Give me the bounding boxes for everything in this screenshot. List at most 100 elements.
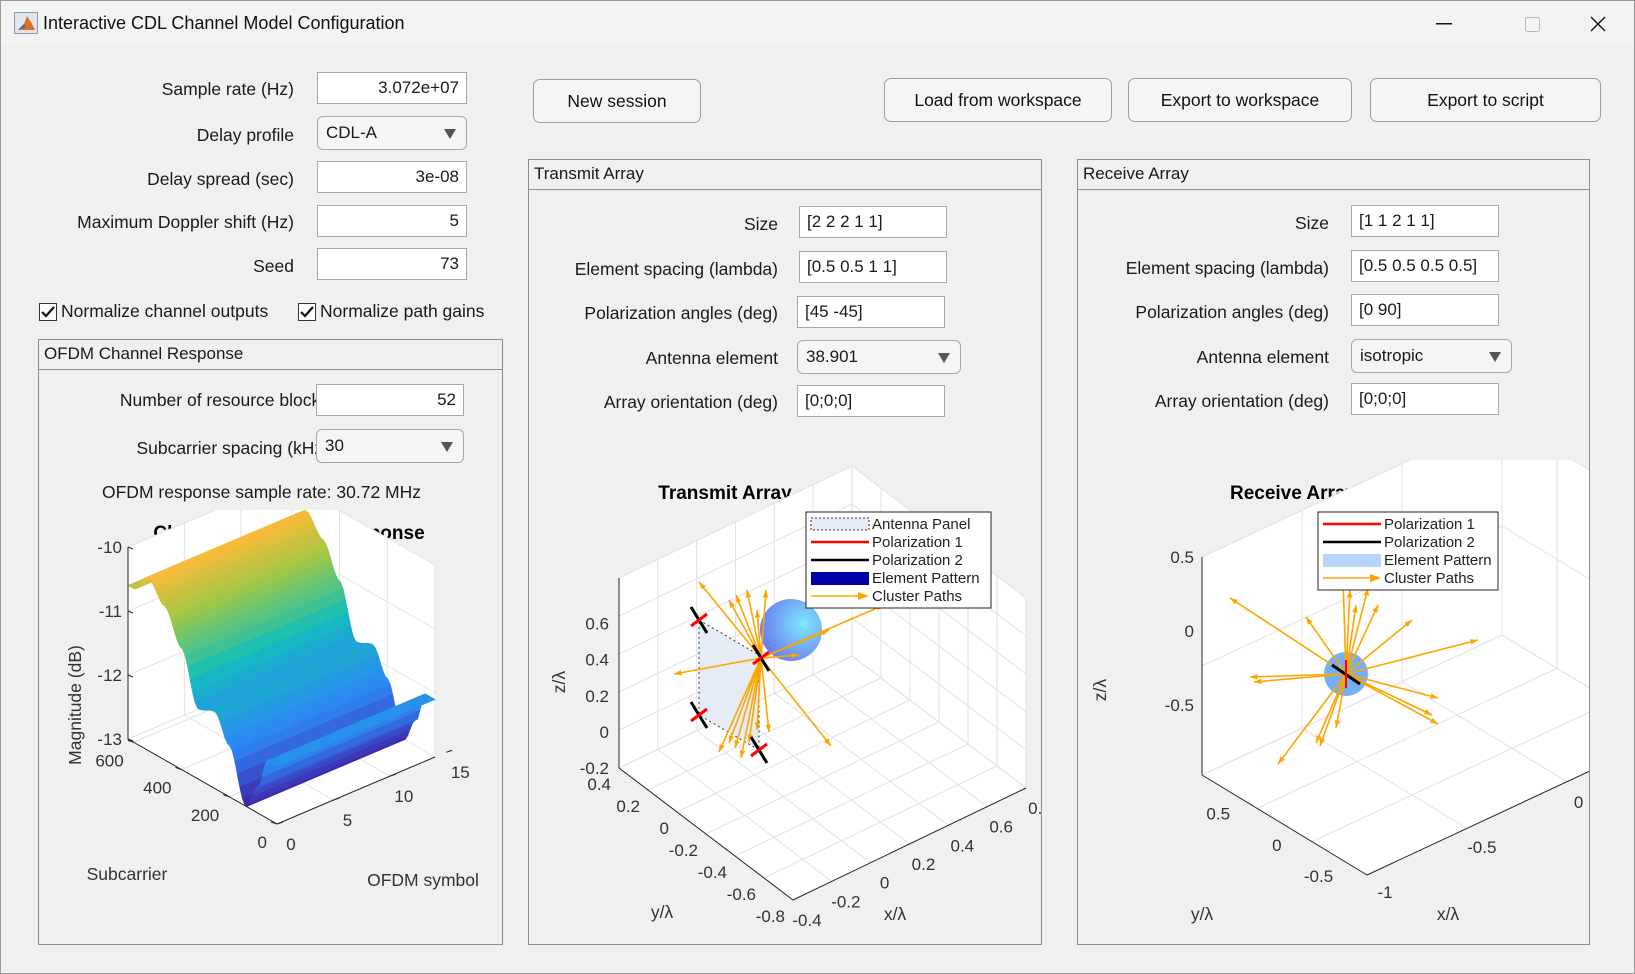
rx-size-label: Size [1294,213,1329,233]
tx-orientation-input[interactable]: [0;0;0] [797,385,945,417]
minimize-button[interactable] [1421,9,1467,39]
y-axis-label: y/λ [651,902,674,922]
x-tick-label: -1 [1377,883,1392,902]
tx-element-label: Antenna element [645,348,778,368]
x-tick-label: 5 [343,811,352,830]
chevron-down-icon [441,442,453,452]
receive-array-chart[interactable]: Receive Array 0.50-0.50.50-0.5-1-0.500.5… [1078,460,1589,944]
x-axis-label: x/λ [884,904,907,924]
chevron-down-icon [444,129,456,139]
y-tick-label: 400 [143,779,171,798]
x-tick-label: 0.2 [912,855,936,874]
scs-label: Subcarrier spacing (kHz) [136,438,329,458]
y-axis-label: Subcarrier [87,864,168,884]
max-doppler-label: Maximum Doppler shift (Hz) [77,212,294,232]
transmit-panel-title: Transmit Array [529,160,1041,190]
x-tick-label: 0.8 [1028,799,1041,818]
y-tick-label: -0.2 [669,841,698,860]
rx-orientation-label: Array orientation (deg) [1154,391,1329,411]
delay-profile-label: Delay profile [196,125,294,145]
y-tick-label: 0 [660,819,669,838]
magnitude-response-chart[interactable]: Channel Magnitude Response 0510150200400… [39,510,504,944]
ofdm-panel-title: OFDM Channel Response [39,340,502,370]
tx-size-label: Size [743,214,778,234]
receive-panel-title: Receive Array [1078,160,1589,190]
sample-rate-input[interactable]: 3.072e+07 [317,72,467,104]
y-tick-label: -0.8 [756,907,785,926]
tx-legend[interactable]: Antenna PanelPolarization 1Polarization … [805,511,992,609]
ofdm-panel: OFDM Channel Response Number of resource… [38,339,503,945]
maximize-button[interactable] [1509,9,1555,39]
rx-spacing-input[interactable]: [0.5 0.5 0.5 0.5] [1351,250,1499,282]
tx-orientation-label: Array orientation (deg) [603,392,778,412]
load-from-workspace-button[interactable]: Load from workspace [884,78,1112,122]
chart-title: Transmit Array [658,483,792,504]
z-tick-label: -10 [97,538,122,557]
y-tick-label: 0 [1272,836,1281,855]
export-to-script-button[interactable]: Export to script [1370,78,1601,122]
z-tick-label: -13 [97,730,122,749]
rx-element-dropdown[interactable]: isotropic [1351,339,1512,373]
normalize-gains-label: Normalize path gains [320,301,485,321]
transmit-array-chart[interactable]: Transmit Array -0.200.20.40.60.40.20-0.2… [529,460,1041,944]
x-tick-label: 0.6 [989,818,1013,837]
export-to-workspace-button[interactable]: Export to workspace [1128,78,1352,122]
x-tick-label: 0 [286,835,295,854]
z-tick-label: 0.5 [1170,548,1194,567]
z-tick-label: 0.2 [585,687,609,706]
delay-profile-dropdown[interactable]: CDL-A [317,116,467,150]
x-tick-label: 0.4 [951,836,975,855]
sample-rate-label: Sample rate (Hz) [161,79,294,99]
close-button[interactable] [1575,9,1621,39]
z-tick-label: -12 [97,666,122,685]
x-tick-label: -0.5 [1467,838,1496,857]
transmit-array-panel: Transmit Array Size [2 2 2 1 1] Element … [528,159,1042,945]
seed-input[interactable]: 73 [317,248,467,280]
legend-entry: Cluster Paths [872,588,962,605]
normalize-gains-checkbox[interactable]: Normalize path gains [298,301,484,322]
rx-orientation-input[interactable]: [0;0;0] [1351,383,1499,415]
legend-entry: Antenna Panel [872,516,970,533]
legend-entry: Element Pattern [1384,552,1492,569]
x-axis-label: OFDM symbol [367,870,479,890]
x-axis-label: x/λ [1437,904,1460,924]
y-axis-label: y/λ [1191,904,1214,924]
tx-size-input[interactable]: [2 2 2 1 1] [799,206,947,238]
num-rb-input[interactable]: 52 [316,384,464,416]
normalize-outputs-checkbox[interactable]: Normalize channel outputs [39,301,268,322]
legend-entry: Element Pattern [872,570,980,587]
checkbox-box[interactable] [39,302,57,321]
z-tick-label: -0.5 [1165,696,1194,715]
tx-element-dropdown[interactable]: 38.901 [797,340,961,374]
tx-spacing-label: Element spacing (lambda) [574,259,778,279]
z-tick-label: 0.6 [585,615,609,634]
scs-value: 30 [325,436,344,455]
rx-size-input[interactable]: [1 1 2 1 1] [1351,205,1499,237]
y-tick-label: 200 [191,806,219,825]
delay-spread-label: Delay spread (sec) [147,169,294,189]
tx-spacing-input[interactable]: [0.5 0.5 1 1] [799,251,947,283]
minimize-icon [1436,23,1452,25]
rx-pol-input[interactable]: [0 90] [1351,294,1499,326]
x-tick-label: -0.2 [831,892,860,911]
rx-legend[interactable]: Polarization 1Polarization 2Element Patt… [1317,511,1499,591]
y-tick-label: -0.4 [698,863,727,882]
checkbox-box[interactable] [298,302,316,321]
delay-spread-input[interactable]: 3e-08 [317,161,467,193]
z-tick-label: 0.4 [585,651,609,670]
close-icon [1590,16,1606,32]
tx-pol-input[interactable]: [45 -45] [797,296,945,328]
chevron-down-icon [938,353,950,363]
legend-swatch-panel [810,517,870,531]
scs-dropdown[interactable]: 30 [316,429,464,463]
y-tick-label: 0 [258,833,267,852]
z-axis-label: z/λ [549,671,569,694]
max-doppler-input[interactable]: 5 [317,205,467,237]
y-tick-label: 0.2 [616,797,640,816]
title-bar: Interactive CDL Channel Model Configurat… [1,1,1634,45]
y-tick-label: 0.5 [1206,805,1230,824]
new-session-button[interactable]: New session [533,79,701,123]
checkmark-icon [41,305,55,318]
rx-element-label: Antenna element [1196,347,1329,367]
z-tick-label: 0 [600,723,609,742]
